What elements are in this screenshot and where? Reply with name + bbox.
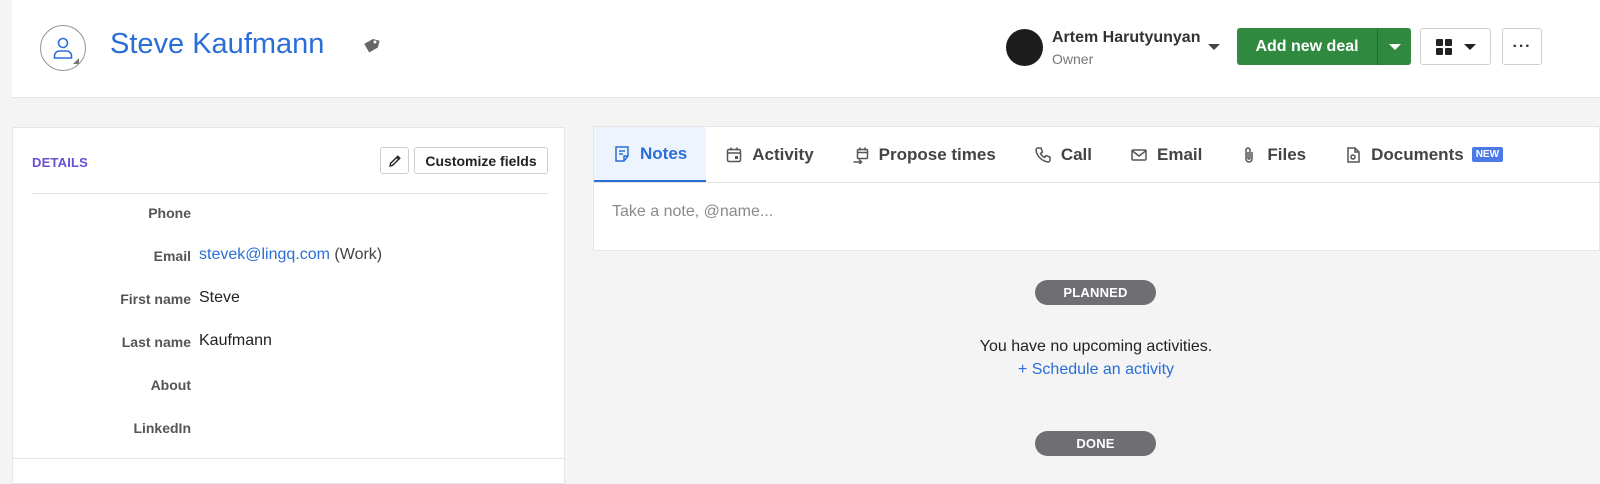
field-label: About (150, 377, 191, 393)
email-link[interactable]: stevek@lingq.com (199, 246, 330, 263)
chevron-down-icon (1463, 43, 1476, 50)
owner-name[interactable]: Artem Harutyunyan (1052, 29, 1200, 47)
field-value-last-name[interactable]: Kaufmann (199, 332, 272, 350)
tab-label: Activity (752, 144, 814, 164)
owner-role: Owner (1052, 51, 1094, 67)
field-row-linkedin: LinkedIn (13, 413, 566, 443)
owner-avatar (1006, 29, 1043, 66)
tab-label: Documents (1371, 144, 1464, 164)
field-row-last-name: Last name Kaufmann (13, 327, 566, 357)
edit-details-button[interactable] (380, 147, 409, 174)
field-row-first-name: First name Steve (13, 284, 566, 314)
field-row-email: Email stevek@lingq.com (Work) (13, 241, 566, 271)
envelope-icon (1131, 148, 1147, 161)
email-type: (Work) (334, 246, 383, 263)
note-input[interactable] (612, 203, 1512, 221)
person-icon (53, 37, 73, 59)
view-switcher-button[interactable] (1420, 28, 1491, 65)
field-label: Last name (121, 334, 191, 350)
add-new-deal-split-button: Add new deal (1237, 28, 1411, 65)
empty-activities-text: You have no upcoming activities. (979, 338, 1213, 355)
tab-label: Propose times (878, 144, 996, 164)
pencil-icon (388, 154, 401, 167)
label-tag-icon[interactable] (364, 37, 380, 60)
owner-chevron-down-icon[interactable] (1208, 44, 1220, 50)
tab-propose-times[interactable]: Propose times (833, 127, 1015, 182)
field-value-first-name[interactable]: Steve (199, 289, 240, 307)
tab-label: Email (1157, 144, 1203, 164)
field-label: LinkedIn (133, 420, 191, 436)
done-section-label: DONE (1035, 431, 1156, 456)
person-avatar[interactable] (40, 25, 86, 71)
new-badge: NEW (1471, 147, 1504, 162)
field-label: First name (120, 291, 191, 307)
more-options-button[interactable]: ··· (1502, 28, 1542, 65)
field-label: Phone (148, 205, 191, 221)
tab-notes[interactable]: Notes (594, 127, 707, 182)
add-new-deal-button[interactable]: Add new deal (1237, 28, 1377, 65)
tab-email[interactable]: Email (1111, 127, 1221, 182)
field-value-email: stevek@lingq.com (Work) (199, 246, 382, 264)
divider (13, 458, 566, 459)
field-label: Email (153, 248, 191, 264)
schedule-activity-link[interactable]: + Schedule an activity (965, 361, 1227, 379)
tab-label: Call (1060, 144, 1092, 164)
planned-section-label: PLANNED (1035, 280, 1156, 305)
tab-files[interactable]: Files (1221, 127, 1325, 182)
grid-icon (1435, 38, 1452, 55)
tab-call[interactable]: Call (1015, 127, 1111, 182)
tab-label: Notes (640, 143, 688, 163)
chevron-down-icon (1388, 43, 1401, 50)
page-title: Steve Kaufmann (110, 28, 325, 60)
contact-header: Steve Kaufmann Artem Harutyunyan Owner A… (12, 0, 1600, 98)
tab-documents[interactable]: Documents NEW (1325, 127, 1522, 182)
composer-tabs: Notes Activity Propose times Call Email … (594, 127, 1522, 182)
tab-activity[interactable]: Activity (706, 127, 832, 182)
propose-times-icon (853, 147, 868, 164)
details-title: DETAILS (32, 155, 89, 170)
divider (594, 182, 1600, 183)
field-row-about: About (13, 370, 566, 400)
document-icon (1347, 146, 1360, 163)
add-deal-dropdown-button[interactable] (1378, 28, 1411, 65)
customize-fields-button[interactable]: Customize fields (414, 147, 548, 174)
activity-composer: Notes Activity Propose times Call Email … (593, 126, 1600, 251)
calendar-icon (726, 147, 742, 162)
tab-label: Files (1267, 144, 1307, 164)
field-row-phone: Phone (13, 198, 566, 228)
divider (32, 193, 548, 194)
details-panel: DETAILS Customize fields Phone Email ste… (12, 127, 566, 484)
paperclip-icon (1245, 146, 1254, 163)
phone-icon (1035, 146, 1051, 163)
avatar-corner-indicator (73, 58, 79, 64)
note-icon (615, 145, 629, 162)
